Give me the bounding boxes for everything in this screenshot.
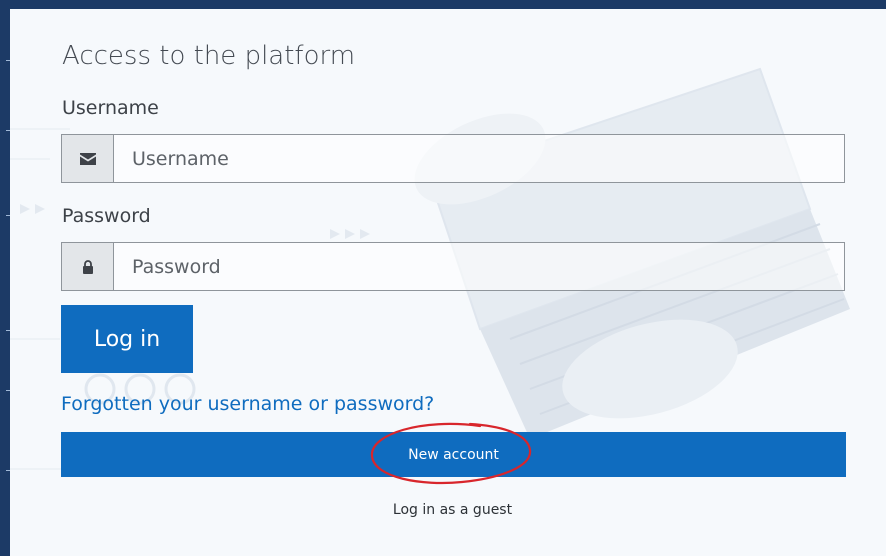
envelope-icon: [79, 152, 96, 165]
login-card: Access to the platform Username Password…: [10, 9, 886, 556]
password-addon: [61, 242, 113, 291]
username-input-group: [61, 134, 845, 183]
forgot-password-link[interactable]: Forgotten your username or password?: [61, 393, 434, 415]
password-label: Password: [62, 205, 151, 227]
top-band: [0, 0, 886, 9]
username-addon: [61, 134, 113, 183]
new-account-button[interactable]: New account: [61, 432, 846, 477]
left-edge-strip: [0, 0, 10, 556]
username-label: Username: [62, 97, 159, 119]
lock-icon: [82, 259, 93, 274]
username-input[interactable]: [113, 134, 845, 183]
password-input[interactable]: [113, 242, 845, 291]
page-title: Access to the platform: [62, 41, 356, 71]
login-button[interactable]: Log in: [61, 305, 193, 373]
password-input-group: [61, 242, 845, 291]
guest-login-button[interactable]: Log in as a guest: [310, 496, 595, 524]
